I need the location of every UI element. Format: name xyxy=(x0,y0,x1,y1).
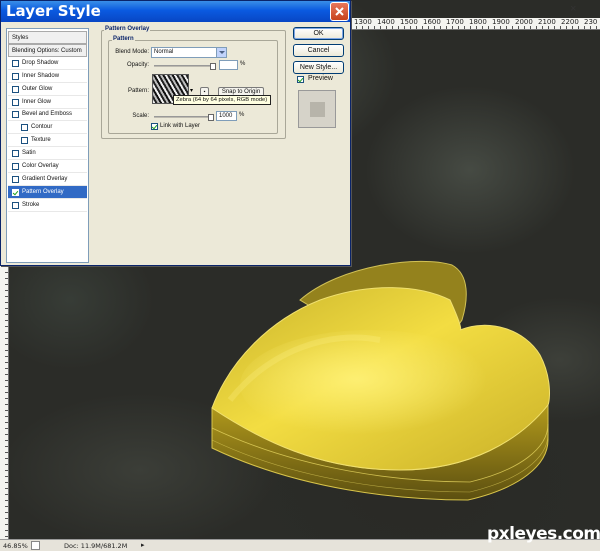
chevron-down-icon xyxy=(216,48,226,57)
style-checkbox[interactable] xyxy=(12,59,19,67)
style-item-stroke[interactable]: Stroke xyxy=(8,199,87,212)
style-item-label: Color Overlay xyxy=(22,163,59,169)
ruler-label: 1600 xyxy=(423,18,441,26)
style-item-label: Outer Glow xyxy=(22,85,53,92)
opacity-percent: % xyxy=(240,61,246,67)
style-item-styles[interactable]: Styles xyxy=(8,31,87,44)
scale-value: 1000 xyxy=(219,113,233,119)
style-checkbox[interactable] xyxy=(12,188,19,196)
style-item-label: Texture xyxy=(31,137,51,144)
style-item-label: Inner Glow xyxy=(22,98,52,105)
cancel-button[interactable]: Cancel xyxy=(293,44,344,57)
style-item-label: Satin xyxy=(22,150,36,157)
ruler-label: 1900 xyxy=(492,18,510,26)
style-item-satin[interactable]: Satin xyxy=(8,147,87,161)
opacity-label: Opacity: xyxy=(126,62,149,68)
close-icon[interactable]: × xyxy=(570,3,576,15)
watermark: pxleyes.com xyxy=(487,524,600,544)
style-checkbox[interactable] xyxy=(12,163,19,170)
doc-size: Doc: 11.9M/681.2M xyxy=(64,542,128,550)
ruler-label: 1500 xyxy=(400,18,418,26)
ruler-label: 2200 xyxy=(561,18,579,26)
preview-checkbox[interactable] xyxy=(297,76,304,83)
pattern-tooltip: Zebra (64 by 64 pixels, RGB mode) xyxy=(173,95,271,105)
document-icon[interactable] xyxy=(31,541,40,550)
blend-mode-select[interactable]: Normal xyxy=(151,47,227,58)
ruler-label: 1700 xyxy=(446,18,464,26)
style-item-inner-shadow[interactable]: Inner Shadow xyxy=(8,70,87,83)
style-item-label: Inner Shadow xyxy=(22,72,60,79)
pattern-overlay-panel: Pattern Overlay Pattern Blend Mode: Norm… xyxy=(96,25,287,140)
layer-style-dialog: Layer Style Styles Blending Options: Cust… xyxy=(0,0,351,266)
scale-slider[interactable] xyxy=(154,114,214,121)
scale-slider-thumb[interactable] xyxy=(208,114,214,121)
style-item-label: Blending Options: Custom xyxy=(12,47,82,54)
style-item-label: Drop Shadow xyxy=(22,59,59,66)
dialog-title: Layer Style xyxy=(6,2,101,20)
style-checkbox[interactable] xyxy=(21,137,28,145)
dialog-titlebar[interactable]: Layer Style xyxy=(1,1,350,22)
style-item-texture[interactable]: Texture xyxy=(8,134,87,148)
style-checkbox[interactable] xyxy=(21,124,28,132)
left-ruler xyxy=(0,266,9,541)
scale-percent: % xyxy=(239,112,245,118)
pattern-label: Pattern: xyxy=(127,88,149,94)
style-checkbox[interactable] xyxy=(12,175,19,183)
style-checkbox[interactable] xyxy=(12,72,19,80)
style-item-blending-options-custom[interactable]: Blending Options: Custom xyxy=(8,43,87,57)
style-checkbox[interactable] xyxy=(12,98,19,106)
style-item-label: Contour xyxy=(31,124,53,131)
link-with-layer-label: Link with Layer xyxy=(160,123,201,129)
preview-label: Preview xyxy=(308,75,333,82)
style-checkbox[interactable] xyxy=(12,201,19,209)
group-title: Pattern xyxy=(112,36,135,42)
close-button[interactable] xyxy=(330,2,349,21)
style-item-label: Pattern Overlay xyxy=(22,188,64,195)
opacity-field[interactable] xyxy=(219,60,238,70)
top-ruler: 1300 1400 1500 1600 1700 1800 1900 2000 2100 2200… xyxy=(350,18,600,30)
link-with-layer-checkbox[interactable] xyxy=(151,123,158,130)
scale-field[interactable]: 1000 xyxy=(216,111,237,121)
style-item-drop-shadow[interactable]: Drop Shadow xyxy=(8,57,87,70)
style-item-inner-glow[interactable]: Inner Glow xyxy=(8,96,87,109)
ruler-label: 1800 xyxy=(469,18,487,26)
chevron-down-icon[interactable]: ▾ xyxy=(190,87,193,94)
ruler-label: 230 xyxy=(584,18,598,26)
style-item-label: Stroke xyxy=(22,201,40,208)
style-item-label: Styles xyxy=(12,35,29,41)
arrow-right-icon[interactable]: ▸ xyxy=(141,541,148,550)
blend-mode-label: Blend Mode: xyxy=(115,49,149,55)
ruler-label: 2000 xyxy=(515,18,533,26)
style-item-outer-glow[interactable]: Outer Glow xyxy=(8,83,87,96)
styles-list: Styles Blending Options: Custom Drop Shado… xyxy=(6,28,89,263)
blend-mode-value: Normal xyxy=(154,49,174,55)
preview-thumbnail xyxy=(298,90,336,128)
ruler-label: 1400 xyxy=(377,18,395,26)
style-item-color-overlay[interactable]: Color Overlay xyxy=(8,160,87,173)
style-item-gradient-overlay[interactable]: Gradient Overlay xyxy=(8,173,87,186)
section-title: Pattern Overlay xyxy=(104,26,151,32)
close-icon xyxy=(335,7,344,16)
style-checkbox[interactable] xyxy=(12,150,19,158)
opacity-slider-thumb[interactable] xyxy=(210,63,216,70)
new-style-button[interactable]: New Style... xyxy=(293,61,344,74)
style-checkbox[interactable] xyxy=(12,111,19,119)
style-item-label: Bevel and Emboss xyxy=(22,111,73,118)
opacity-slider[interactable] xyxy=(154,63,216,70)
ruler-label: 2100 xyxy=(538,18,556,26)
style-item-label: Gradient Overlay xyxy=(22,175,68,182)
photoshop-window: 1300 1400 1500 1600 1700 1800 1900 2000 2100 2200… xyxy=(0,0,600,551)
style-item-pattern-overlay[interactable]: Pattern Overlay xyxy=(8,185,87,199)
zoom-level[interactable]: 46.85% xyxy=(3,542,28,550)
style-checkbox[interactable] xyxy=(12,85,19,93)
scale-label: Scale: xyxy=(132,113,149,119)
ok-button[interactable]: OK xyxy=(293,27,344,40)
ruler-label: 1300 xyxy=(354,18,372,26)
style-item-bevel-and-emboss[interactable]: Bevel and Emboss xyxy=(8,108,87,122)
style-item-contour[interactable]: Contour xyxy=(8,121,87,135)
